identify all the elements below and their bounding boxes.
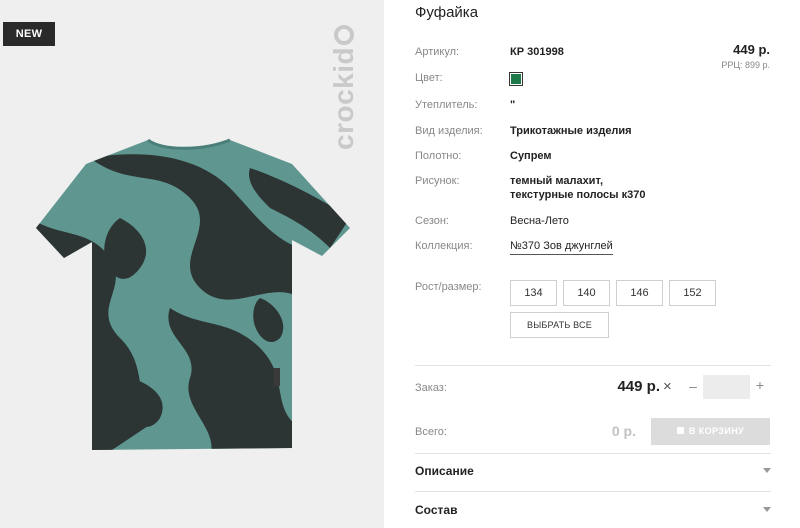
pattern-value-line1: темный малахит, [510,175,604,187]
quantity-increase-button[interactable]: + [753,377,767,393]
season-label: Сезон: [415,215,449,227]
size-option-140[interactable]: 140 [563,280,610,306]
accordion-composition-label: Состав [415,503,458,517]
season-value: Весна-Лето [510,215,569,227]
chevron-down-icon [763,468,771,473]
fabric-value: Супрем [510,150,552,162]
order-unit-price: 449 р. [617,378,660,395]
add-to-cart-label: В КОРЗИНУ [688,426,745,436]
accordion-description[interactable]: Описание [415,458,771,484]
color-swatch[interactable] [509,72,523,86]
article-label: Артикул: [415,46,460,58]
article-value: КР 301998 [510,46,564,58]
multiply-icon: × [663,378,672,395]
insulation-value: " [510,99,516,111]
add-to-cart-button[interactable]: В КОРЗИНУ [651,418,770,445]
pattern-label: Рисунок: [415,175,460,187]
pattern-value-line2: текстурные полосы к370 [510,189,646,201]
new-badge: NEW [3,22,55,46]
color-swatch-fill [511,74,521,84]
select-all-sizes-button[interactable]: ВЫБРАТЬ ВСЕ [510,312,609,338]
total-label: Всего: [415,426,447,438]
order-label: Заказ: [415,382,447,394]
product-title: Фуфайка [415,4,479,21]
collection-label: Коллекция: [415,240,473,252]
size-option-146[interactable]: 146 [616,280,663,306]
quantity-input[interactable] [703,375,750,399]
brand-logo-mark [333,24,354,45]
accordion-composition[interactable]: Состав [415,497,771,523]
size-option-134[interactable]: 134 [510,280,557,306]
accordion-description-label: Описание [415,464,474,478]
cart-icon [676,427,684,434]
tshirt-tag [274,368,280,386]
item-type-label: Вид изделия: [415,125,483,137]
product-price: 449 р. [733,42,770,57]
fabric-label: Полотно: [415,150,462,162]
divider [415,491,771,492]
collection-link-wrapper[interactable]: №370 Зов джунглей [510,240,613,255]
product-image-panel[interactable]: NEW crockid [0,0,384,528]
total-value: 0 р. [611,423,636,439]
chevron-down-icon [763,507,771,512]
divider [415,365,771,366]
tshirt-product-image [36,138,350,450]
color-label: Цвет: [415,72,443,84]
size-label: Рост/размер: [415,281,482,293]
item-type-value: Трикотажные изделия [510,125,632,137]
insulation-label: Утеплитель: [415,99,478,111]
size-option-152[interactable]: 152 [669,280,716,306]
collection-link[interactable]: №370 Зов джунглей [510,240,613,255]
recommended-price: РРЦ: 899 р. [721,60,770,70]
divider [415,453,771,454]
quantity-decrease-button[interactable]: – [686,378,700,394]
